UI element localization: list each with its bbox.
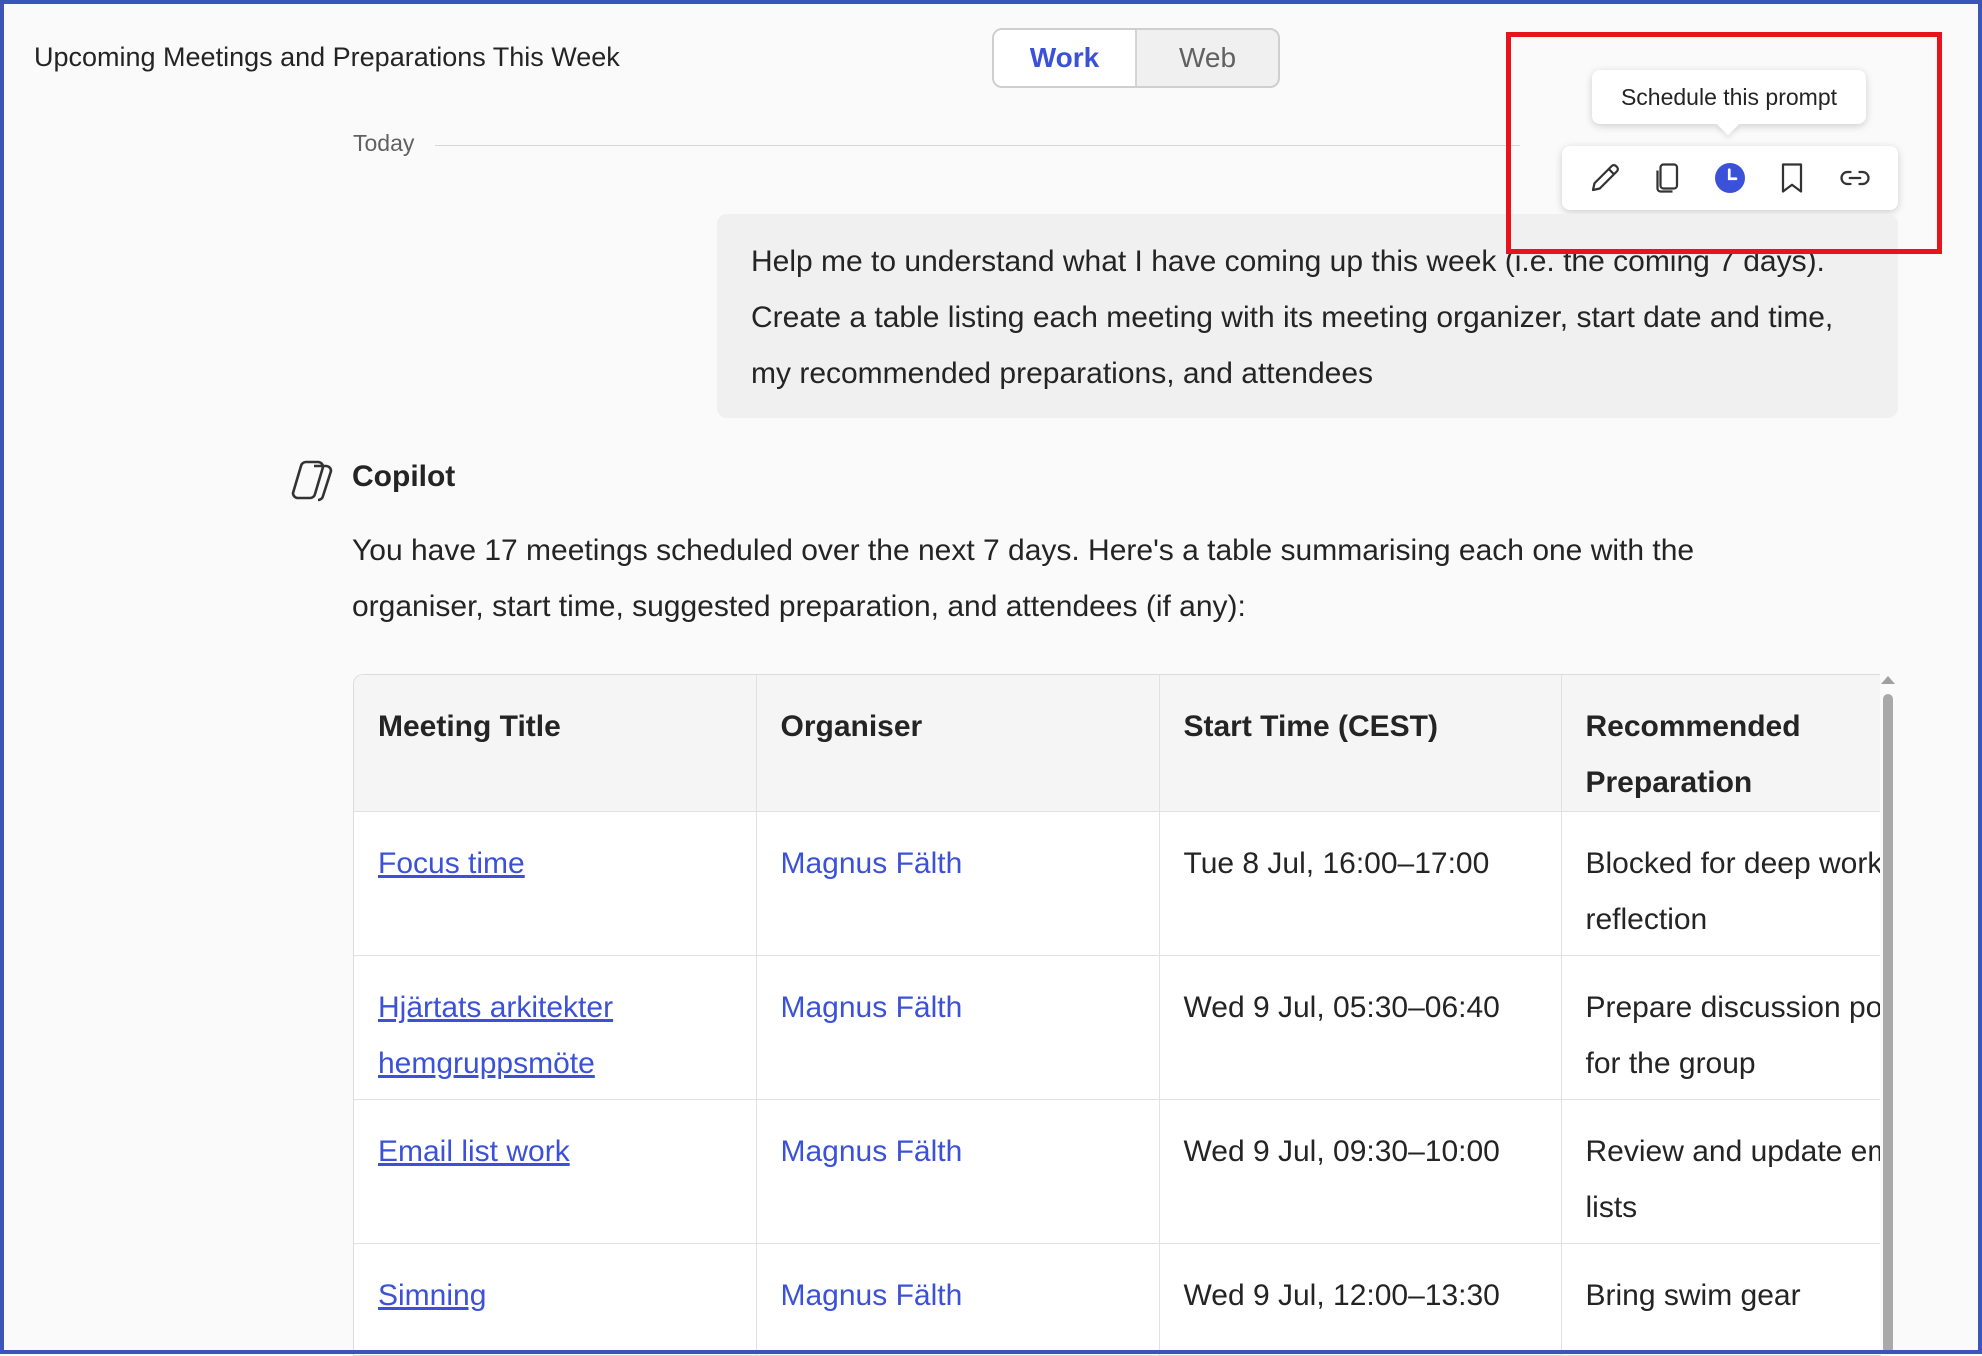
meeting-title-cell: Hjärtats arkitekter hemgruppsmöte xyxy=(354,956,756,1100)
header-meeting-title: Meeting Title xyxy=(354,675,756,812)
web-toggle-button[interactable]: Web xyxy=(1137,30,1278,86)
meeting-title-cell: Simning xyxy=(354,1244,756,1356)
work-web-toggle[interactable]: Work Web xyxy=(992,28,1280,88)
preparation-cell: Prepare discussion points for the group xyxy=(1561,956,1881,1100)
organiser-link[interactable]: Magnus Fälth xyxy=(781,1279,963,1312)
organiser-cell: Magnus Fälth xyxy=(756,1100,1159,1244)
conversation-title: Upcoming Meetings and Preparations This … xyxy=(34,42,620,73)
meeting-title-link[interactable]: Simning xyxy=(378,1279,486,1312)
table-row: Focus time Magnus Fälth Tue 8 Jul, 16:00… xyxy=(354,812,1881,956)
start-time-cell: Tue 8 Jul, 16:00–17:00 xyxy=(1159,812,1561,956)
organiser-cell: Magnus Fälth xyxy=(756,812,1159,956)
organiser-cell: Magnus Fälth xyxy=(756,956,1159,1100)
meeting-title-link[interactable]: Hjärtats arkitekter hemgruppsmöte xyxy=(378,991,613,1080)
meeting-title-link[interactable]: Email list work xyxy=(378,1135,570,1168)
table-header-row: Meeting Title Organiser Start Time (CEST… xyxy=(354,675,1881,812)
header-start-time: Start Time (CEST) xyxy=(1159,675,1561,812)
copilot-response-text: You have 17 meetings scheduled over the … xyxy=(352,523,1772,635)
meetings-table: Meeting Title Organiser Start Time (CEST… xyxy=(354,675,1881,1356)
work-toggle-button[interactable]: Work xyxy=(994,30,1137,86)
table-row: Email list work Magnus Fälth Wed 9 Jul, … xyxy=(354,1100,1881,1244)
preparation-cell: Bring swim gear xyxy=(1561,1244,1881,1356)
start-time-cell: Wed 9 Jul, 09:30–10:00 xyxy=(1159,1100,1561,1244)
date-divider-line xyxy=(435,145,1520,146)
organiser-link[interactable]: Magnus Fälth xyxy=(781,1135,963,1168)
scroll-up-arrow-icon[interactable] xyxy=(1881,676,1895,684)
preparation-cell: Blocked for deep work or reflection xyxy=(1561,812,1881,956)
start-time-cell: Wed 9 Jul, 05:30–06:40 xyxy=(1159,956,1561,1100)
meeting-title-cell: Email list work xyxy=(354,1100,756,1244)
date-divider-label: Today xyxy=(353,130,414,157)
meeting-title-cell: Focus time xyxy=(354,812,756,956)
table-row: Hjärtats arkitekter hemgruppsmöte Magnus… xyxy=(354,956,1881,1100)
start-time-cell: Wed 9 Jul, 12:00–13:30 xyxy=(1159,1244,1561,1356)
header-recommended-preparation: Recommended Preparation xyxy=(1561,675,1881,812)
organiser-link[interactable]: Magnus Fälth xyxy=(781,847,963,880)
organiser-link[interactable]: Magnus Fälth xyxy=(781,991,963,1024)
copilot-logo-icon xyxy=(288,456,336,504)
header-organiser: Organiser xyxy=(756,675,1159,812)
table-scrollbar-thumb[interactable] xyxy=(1883,694,1893,1354)
organiser-cell: Magnus Fälth xyxy=(756,1244,1159,1356)
preparation-cell: Review and update email lists xyxy=(1561,1100,1881,1244)
meetings-table-container[interactable]: Meeting Title Organiser Start Time (CEST… xyxy=(353,674,1881,1356)
meeting-title-link[interactable]: Focus time xyxy=(378,847,525,880)
copilot-label: Copilot xyxy=(352,460,455,494)
table-row: Simning Magnus Fälth Wed 9 Jul, 12:00–13… xyxy=(354,1244,1881,1356)
highlight-annotation-box xyxy=(1506,32,1942,254)
